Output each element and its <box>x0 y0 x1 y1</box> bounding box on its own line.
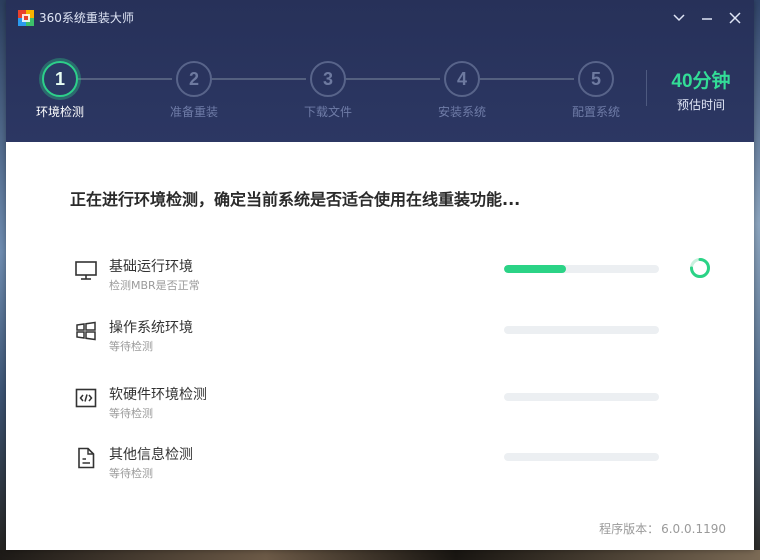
progress-bar <box>504 453 659 461</box>
windows-icon <box>74 319 98 343</box>
check-item-basic-env: 基础运行环境 检测MBR是否正常 <box>6 256 754 308</box>
step-4-label: 安装系统 <box>437 105 486 119</box>
eta-divider <box>646 70 647 106</box>
step-1-label: 环境检测 <box>35 105 84 119</box>
step-4-circle: 4 <box>444 61 480 97</box>
version-number: 6.0.0.1190 <box>661 522 726 536</box>
progress-bar <box>504 326 659 334</box>
check-item-hw-sw-env: 软硬件环境检测 等待检测 <box>6 384 754 436</box>
minimize-icon <box>702 18 712 20</box>
check-status: 等待检测 <box>109 340 153 353</box>
check-title: 其他信息检测 <box>109 447 193 463</box>
title-bar[interactable]: 360系统重装大师 <box>6 0 754 36</box>
progress-bar <box>504 265 659 273</box>
check-title: 操作系统环境 <box>109 320 193 336</box>
eta-label: 预估时间 <box>676 98 725 112</box>
chevron-down-icon <box>673 14 685 22</box>
step-5-circle: 5 <box>578 61 614 97</box>
check-title: 基础运行环境 <box>109 259 193 275</box>
page-heading: 正在进行环境检测，确定当前系统是否适合使用在线重装功能... <box>70 190 521 209</box>
loading-spinner-icon <box>689 257 711 279</box>
step-2-label: 准备重装 <box>169 105 218 119</box>
step-3-circle: 3 <box>310 61 346 97</box>
desktop-background-bottom <box>0 550 760 560</box>
app-title: 360系统重装大师 <box>39 11 134 25</box>
step-2-circle: 2 <box>176 61 212 97</box>
step-connector <box>78 78 172 80</box>
check-status: 检测MBR是否正常 <box>109 279 200 292</box>
progress-fill <box>504 265 566 273</box>
check-item-other-info: 其他信息检测 等待检测 <box>6 444 754 496</box>
installer-window: 360系统重装大师 1 2 3 4 5 环境检测 准备重装 下载文件 安装系统 … <box>6 0 754 550</box>
monitor-icon <box>74 258 98 282</box>
app-logo-icon <box>18 10 34 26</box>
step-connector <box>480 78 574 80</box>
step-connector <box>346 78 440 80</box>
version-label: 程序版本： <box>599 522 660 536</box>
step-connector <box>212 78 306 80</box>
check-status: 等待检测 <box>109 407 153 420</box>
step-1-circle: 1 <box>42 61 78 97</box>
eta-value: 40分钟 <box>671 71 731 92</box>
code-icon <box>74 386 98 410</box>
step-5-label: 配置系统 <box>571 105 620 119</box>
version-info: 程序版本： 6.0.0.1190 <box>597 520 726 537</box>
close-icon <box>729 12 741 24</box>
close-button[interactable] <box>724 8 746 28</box>
document-icon <box>74 446 98 470</box>
check-title: 软硬件环境检测 <box>109 387 207 403</box>
collapse-button[interactable] <box>668 8 690 28</box>
step-indicator: 1 2 3 4 5 环境检测 准备重装 下载文件 安装系统 配置系统 <box>6 56 646 126</box>
step-3-label: 下载文件 <box>303 105 352 119</box>
check-status: 等待检测 <box>109 467 153 480</box>
header-banner: 360系统重装大师 1 2 3 4 5 环境检测 准备重装 下载文件 安装系统 … <box>6 0 754 142</box>
progress-bar <box>504 393 659 401</box>
check-item-os-env: 操作系统环境 等待检测 <box>6 317 754 369</box>
minimize-button[interactable] <box>696 8 718 28</box>
desktop-background-right <box>754 0 760 560</box>
